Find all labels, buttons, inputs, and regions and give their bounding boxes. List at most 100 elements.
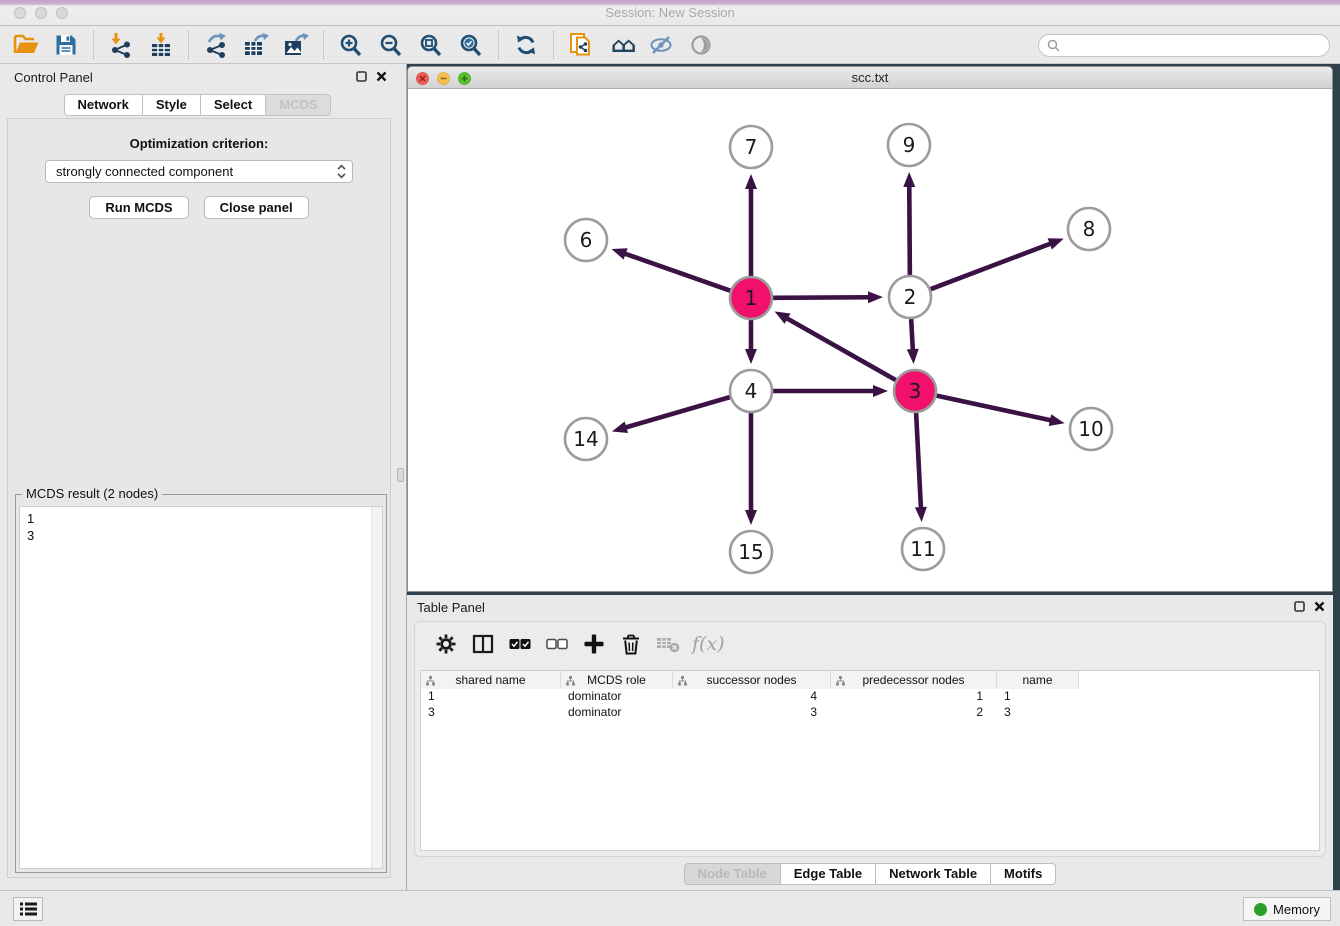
column-header-label: name [1022, 673, 1052, 687]
apply-function-button[interactable]: f(x) [686, 628, 731, 660]
add-column-button[interactable] [575, 628, 612, 660]
search-icon [1047, 39, 1060, 52]
first-neighbors-button[interactable]: ⌂⌂ [601, 29, 641, 61]
graph-node-label-9: 9 [903, 133, 916, 157]
network-window-titlebar[interactable]: scc.txt [408, 67, 1332, 89]
graph-edge-1-2[interactable] [773, 297, 871, 298]
graph-edge-4-14[interactable] [623, 397, 729, 428]
result-scrollbar[interactable] [371, 507, 382, 868]
import-table-button[interactable] [141, 29, 181, 61]
close-network-button[interactable] [416, 72, 429, 85]
node-table: shared nameMCDS rolesuccessor nodesprede… [420, 670, 1320, 851]
cell-predecessor-nodes[interactable]: 2 [831, 705, 997, 721]
column-header-successor-nodes[interactable]: successor nodes [673, 671, 831, 689]
network-canvas[interactable]: 7968124314101511 [408, 89, 1332, 591]
tab-mcds[interactable]: MCDS [265, 94, 331, 116]
mcds-result-textarea[interactable]: 13 [19, 506, 383, 869]
tab-node-table[interactable]: Node Table [684, 863, 781, 885]
graph-edge-2-9[interactable] [909, 184, 910, 275]
first-neighbors-icon: ⌂⌂ [611, 35, 631, 55]
task-history-button[interactable] [13, 897, 43, 921]
save-session-button[interactable] [46, 29, 86, 61]
show-all-button[interactable] [681, 29, 721, 61]
select-all-columns-button[interactable] [501, 628, 538, 660]
graph-edge-3-1[interactable] [785, 317, 896, 380]
column-header-predecessor-nodes[interactable]: predecessor nodes [831, 671, 997, 689]
tab-select[interactable]: Select [200, 94, 266, 116]
tab-network[interactable]: Network [64, 94, 143, 116]
export-image-button[interactable] [276, 29, 316, 61]
column-header-shared-name[interactable]: shared name [421, 671, 561, 689]
minimize-window-button[interactable] [35, 7, 47, 19]
cell-MCDS-role[interactable]: dominator [561, 705, 673, 721]
cell-name[interactable]: 1 [997, 689, 1079, 705]
splitter-handle[interactable] [397, 468, 404, 482]
cell-shared-name[interactable]: 1 [421, 689, 561, 705]
panel-splitter[interactable] [395, 64, 407, 890]
cell-predecessor-nodes[interactable]: 1 [831, 689, 997, 705]
table-panel: Table Panel [407, 595, 1333, 890]
titlebar: Session: New Session [0, 0, 1340, 26]
graph-node-label-14: 14 [573, 427, 598, 451]
duplicate-network-button[interactable] [561, 29, 601, 61]
cell-MCDS-role[interactable]: dominator [561, 689, 673, 705]
cell-shared-name[interactable]: 3 [421, 705, 561, 721]
close-panel-icon[interactable] [376, 71, 387, 82]
close-window-button[interactable] [14, 7, 26, 19]
graph-node-label-11: 11 [910, 537, 935, 561]
open-session-button[interactable] [6, 29, 46, 61]
zoom-selected-button[interactable] [451, 29, 491, 61]
cell-successor-nodes[interactable]: 3 [673, 705, 831, 721]
table-row[interactable]: 1dominator411 [421, 689, 1319, 705]
column-header-MCDS-role[interactable]: MCDS role [561, 671, 673, 689]
cell-successor-nodes[interactable]: 4 [673, 689, 831, 705]
network-graph[interactable]: 7968124314101511 [408, 89, 1332, 591]
graph-edge-1-6[interactable] [623, 253, 730, 291]
search-input[interactable] [1038, 34, 1330, 57]
hide-selected-button[interactable] [641, 29, 681, 61]
refresh-layout-button[interactable] [506, 29, 546, 61]
graph-node-label-3: 3 [909, 379, 922, 403]
tab-style[interactable]: Style [142, 94, 201, 116]
graph-edge-2-3[interactable] [911, 319, 913, 352]
unselect-all-columns-button[interactable] [538, 628, 575, 660]
graph-node-label-6: 6 [580, 228, 593, 252]
graph-edge-3-10[interactable] [937, 396, 1053, 421]
zoom-in-button[interactable] [331, 29, 371, 61]
close-panel-button[interactable]: Close panel [204, 196, 309, 219]
split-table-button[interactable] [464, 628, 501, 660]
run-mcds-button[interactable]: Run MCDS [89, 196, 188, 219]
delete-column-button[interactable] [612, 628, 649, 660]
delete-table-button[interactable] [649, 628, 686, 660]
import-network-button[interactable] [101, 29, 141, 61]
graph-edge-3-11[interactable] [916, 413, 921, 510]
tab-network-table[interactable]: Network Table [875, 863, 991, 885]
float-panel-icon[interactable] [356, 71, 367, 82]
criterion-select[interactable]: strongly connected component [45, 160, 353, 183]
export-network-button[interactable] [196, 29, 236, 61]
cell-name[interactable]: 3 [997, 705, 1079, 721]
zoom-network-button[interactable] [458, 72, 471, 85]
table-row[interactable]: 3dominator323 [421, 705, 1319, 721]
float-table-panel-icon[interactable] [1294, 601, 1305, 612]
table-settings-button[interactable] [427, 628, 464, 660]
save-floppy-icon [55, 34, 77, 56]
tab-motifs[interactable]: Motifs [990, 863, 1056, 885]
column-header-name[interactable]: name [997, 671, 1079, 689]
tab-edge-table[interactable]: Edge Table [780, 863, 876, 885]
graph-edge-2-8[interactable] [931, 243, 1053, 289]
minimize-network-button[interactable] [437, 72, 450, 85]
import-network-icon [108, 32, 134, 58]
zoom-window-button[interactable] [56, 7, 68, 19]
export-network-icon [203, 32, 229, 58]
show-eye-icon [689, 33, 713, 57]
column-header-filler [1079, 671, 1319, 689]
memory-button[interactable]: Memory [1243, 897, 1331, 921]
zoom-out-button[interactable] [371, 29, 411, 61]
export-table-button[interactable] [236, 29, 276, 61]
zoom-fit-button[interactable] [411, 29, 451, 61]
close-table-panel-icon[interactable] [1314, 601, 1325, 612]
graph-edge-arrowhead [868, 291, 883, 303]
graph-edge-arrowhead [907, 349, 919, 364]
mcds-panel: Optimization criterion: strongly connect… [7, 118, 391, 878]
